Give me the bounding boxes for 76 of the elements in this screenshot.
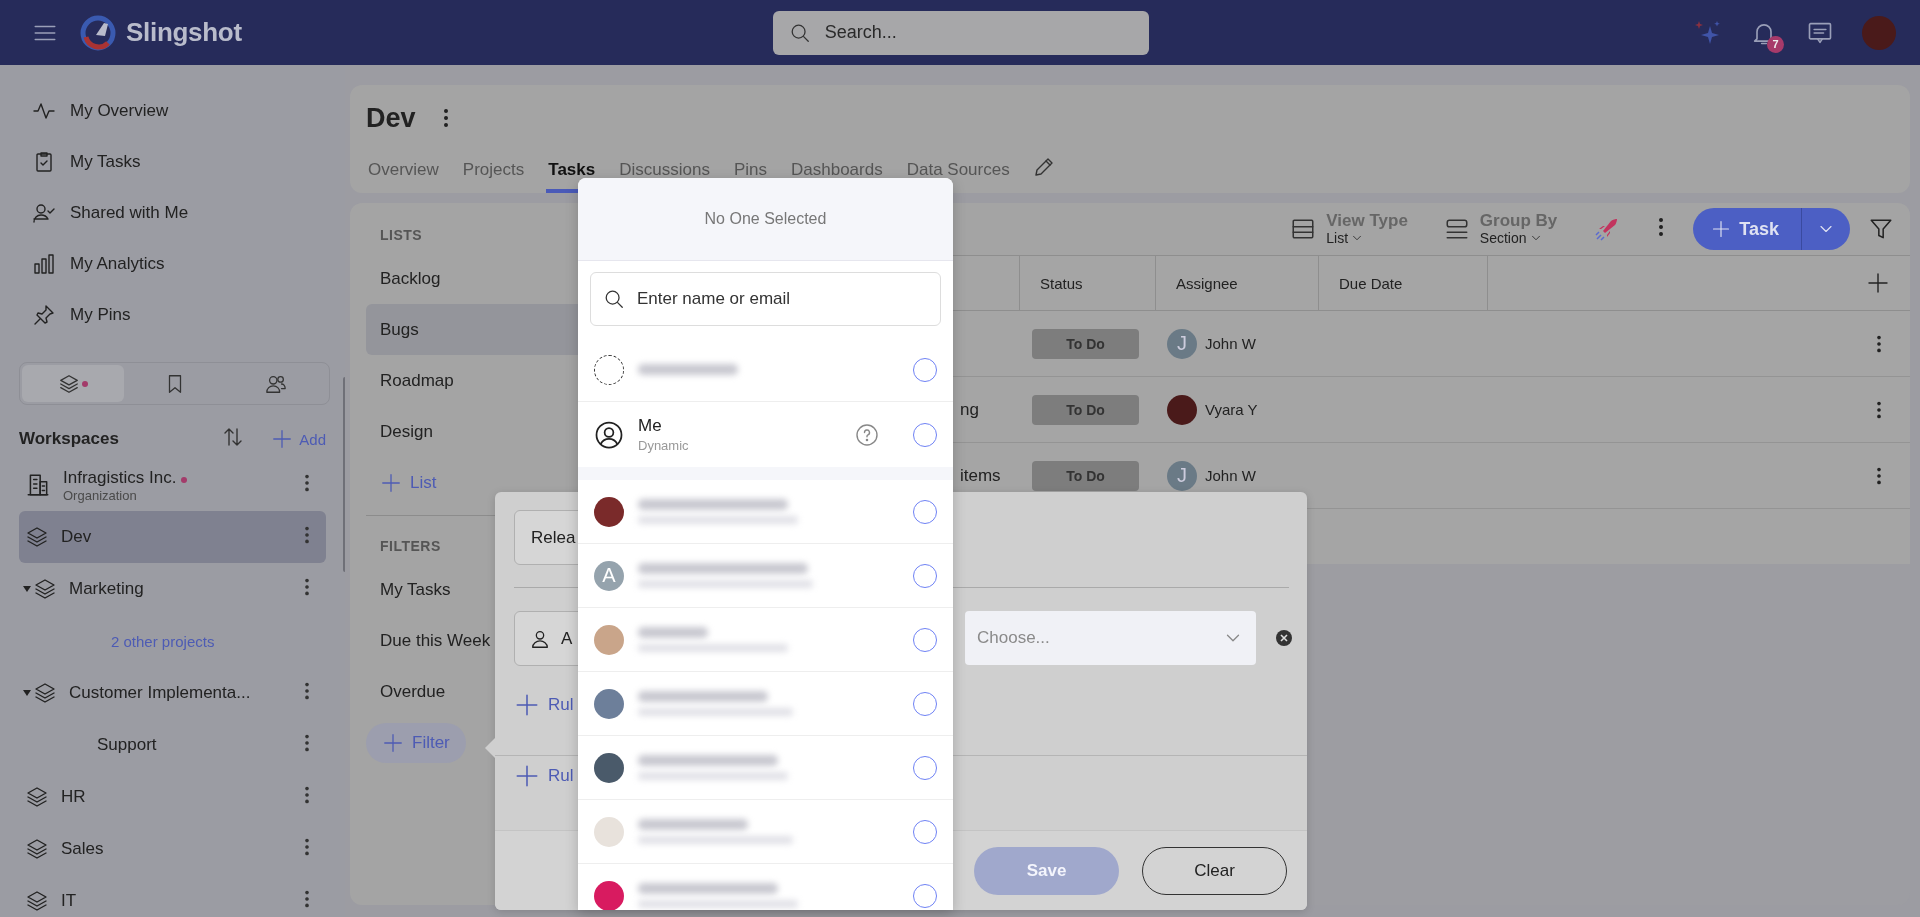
layers-icon (33, 681, 57, 705)
pin-icon (32, 302, 56, 327)
workspace-item[interactable]: Dev (19, 511, 326, 563)
layers-icon (25, 889, 49, 913)
task-name[interactable]: ng (960, 399, 979, 420)
plus-icon (380, 472, 402, 494)
app-name: Slingshot (126, 17, 242, 48)
project-title: Dev (366, 102, 416, 134)
list-item[interactable]: Bugs (366, 304, 578, 355)
section-title: Workspaces (19, 429, 119, 449)
plus-icon (514, 763, 540, 789)
add-rule-button[interactable]: Rul (514, 763, 574, 789)
value-dropdown[interactable]: Choose... (965, 611, 1256, 665)
project-tab[interactable]: Projects (460, 160, 535, 193)
layers-icon (25, 837, 49, 861)
building-icon (25, 472, 51, 498)
column-header[interactable]: Status (1019, 256, 1155, 310)
view-type-menu[interactable]: View Type List (1290, 211, 1408, 247)
avatar: J (1167, 328, 1197, 359)
workspace-item[interactable]: Customer Implementa... (19, 667, 326, 719)
rocket-logo-icon (80, 14, 116, 51)
list-item[interactable]: Design (366, 406, 578, 457)
workspace-item[interactable]: Sales (19, 823, 326, 875)
plus-icon (1711, 219, 1732, 239)
caret-icon[interactable] (23, 586, 31, 592)
status-badge[interactable]: To Do (1032, 460, 1139, 491)
section-heading: FILTERS (380, 537, 441, 556)
layers-icon (33, 577, 57, 601)
nav-item[interactable]: My Tasks (0, 136, 141, 187)
column-header[interactable]: Due Date (1318, 256, 1487, 310)
notification-badge: 7 (1767, 35, 1784, 53)
nav-item[interactable]: My Overview (0, 85, 169, 136)
nav-item[interactable]: My Pins (0, 289, 131, 340)
project-tab[interactable]: Overview (366, 160, 449, 193)
search-field[interactable]: Enter name or email (590, 272, 941, 326)
nav-item[interactable]: My Analytics (0, 238, 165, 289)
column-header[interactable]: Assignee (1155, 256, 1318, 310)
sidebar-tab[interactable] (22, 365, 124, 402)
group-by-menu[interactable]: Group By Section (1443, 211, 1558, 247)
layers-icon (25, 785, 49, 809)
plus-icon (514, 692, 540, 718)
add-rule-button[interactable]: Rul (514, 692, 574, 718)
list-item[interactable]: Roadmap (366, 355, 578, 406)
help-icon[interactable] (855, 422, 879, 447)
workspace-item[interactable]: HR (19, 771, 326, 823)
nav-item[interactable]: Shared with Me (0, 187, 189, 238)
plus-icon[interactable] (1866, 271, 1890, 295)
layers-icon (25, 525, 49, 549)
assignee-name: Vyara Y (1205, 401, 1258, 418)
status-badge[interactable]: To Do (1032, 394, 1139, 425)
section-heading: LISTS (380, 226, 423, 245)
search-field[interactable]: Search... (772, 10, 1149, 55)
task-name[interactable]: items (960, 465, 1001, 486)
layers-icon (57, 372, 80, 395)
selection-status: No One Selected (578, 178, 953, 261)
bar-chart-icon (32, 251, 56, 276)
person-option[interactable]: Me Dynamic (578, 402, 953, 480)
status-badge[interactable]: To Do (1032, 328, 1139, 359)
remove-icon[interactable] (1276, 630, 1292, 646)
search-icon (603, 288, 625, 310)
list-item[interactable]: Backlog (366, 253, 578, 304)
blurred-name (638, 627, 708, 638)
avatar: J (1167, 460, 1197, 491)
plus-icon (382, 732, 404, 754)
avatar: A (594, 560, 624, 591)
assignee-name: John W (1205, 467, 1256, 484)
avatar (1167, 394, 1197, 425)
caret-icon[interactable] (23, 690, 31, 696)
plus-icon (271, 428, 294, 450)
workspace-item[interactable]: Infragistics Inc. Organization (19, 459, 326, 511)
new-task-button[interactable]: Task (1693, 208, 1850, 250)
workspace-item[interactable]: Marketing (19, 563, 326, 615)
user-icon (594, 419, 624, 450)
assignee-name: John W (1205, 335, 1256, 352)
workspace-item[interactable]: IT (19, 875, 326, 917)
workspace-item[interactable]: Support (19, 719, 326, 771)
